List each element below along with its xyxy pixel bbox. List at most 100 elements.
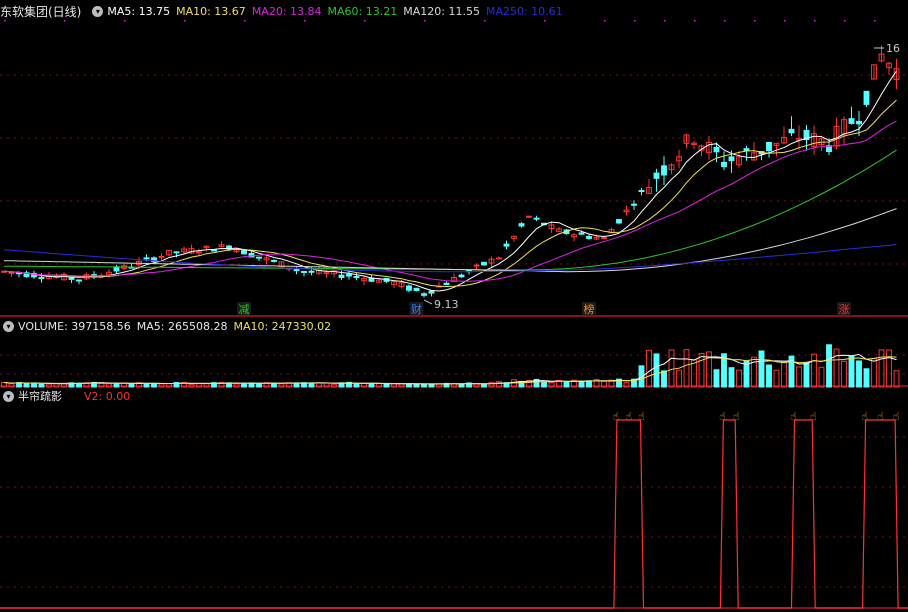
signal-dot: [664, 20, 666, 22]
candle-body: [8, 271, 15, 274]
ma5-line: [3, 70, 897, 292]
candle-body: [743, 148, 750, 151]
event-marker: 榜: [584, 302, 595, 316]
low-marker: [423, 299, 433, 305]
indicator-label: VOLUME: 397158.56: [18, 319, 131, 333]
volume-bar: [413, 383, 420, 388]
candle-body: [631, 203, 637, 206]
candle-body: [76, 279, 82, 282]
volume-bar: [893, 370, 900, 388]
volume-bar: [886, 349, 892, 388]
signal-dot: [484, 20, 486, 22]
indicator-label: MA5: 13.75: [107, 4, 171, 18]
volume-bar: [241, 383, 247, 388]
indicator-label: MA5: 265508.28: [136, 319, 228, 333]
volume-bar: [406, 383, 412, 388]
volume-bar: [653, 353, 660, 388]
candle-body: [721, 161, 727, 168]
candle-body: [196, 251, 202, 254]
candle-body: [601, 237, 607, 240]
signal-path: [0, 419, 908, 609]
candle-body: [863, 90, 870, 105]
signal-dot: [784, 20, 786, 22]
candle-body: [586, 235, 592, 239]
candle-body: [308, 270, 315, 273]
candle-body: [173, 251, 180, 254]
volume-bar: [353, 383, 360, 388]
candle-body: [848, 118, 855, 124]
volume-bar: [271, 382, 277, 388]
candle-body: [428, 290, 435, 294]
volume-bar: [811, 353, 817, 388]
collapse-icon[interactable]: ▾: [3, 320, 14, 332]
candle-body: [346, 273, 352, 277]
candle-body: [38, 276, 45, 279]
price-indicators: MA5: 13.75 MA10: 13.67 MA20: 13.84 MA60: 13…: [107, 5, 568, 18]
signal-dot: [844, 20, 846, 22]
event-marker: 减: [239, 303, 250, 316]
hand-icon: ☝: [625, 410, 632, 423]
candle-body: [481, 261, 487, 266]
volume-bar: [676, 369, 682, 388]
candle-body: [638, 190, 645, 193]
volume-bar: [826, 344, 832, 388]
volume-bar: [368, 382, 375, 388]
hand-icon: ☝: [613, 410, 620, 423]
volume-bar: [458, 383, 465, 388]
price-pane-header: 东软集团(日线) ▾ MA5: 13.75 MA10: 13.67 MA20: 13…: [0, 2, 569, 20]
hand-icon: ☝: [638, 410, 645, 423]
indicator-pane-header: ▾ 半帘疏影 V2: 0.00: [0, 387, 136, 405]
low-label: 9.13: [434, 298, 459, 311]
signal-dot: [544, 20, 546, 22]
hand-icon: ☝: [719, 410, 726, 423]
volume-bar: [143, 383, 150, 388]
volume-bar: [803, 362, 810, 388]
volume-bar: [698, 353, 705, 388]
candle-body: [533, 217, 540, 220]
signal-dot: [304, 20, 306, 22]
candle-body: [443, 282, 450, 285]
volume-indicators: VOLUME: 397158.56 MA5: 265508.28 MA10: 247…: [18, 320, 337, 333]
hand-icon: ☝: [893, 410, 900, 423]
volume-pane-header: ▾ VOLUME: 397158.56 MA5: 265508.28 MA10: 2…: [0, 317, 337, 335]
candle-body: [301, 270, 307, 273]
event-marker: 财: [411, 302, 422, 316]
volume-bar: [661, 370, 667, 388]
signal-dot: [754, 20, 756, 22]
candle-body: [211, 249, 217, 252]
event-marker: 涨: [839, 303, 850, 316]
volume-bars: [1, 344, 900, 388]
volume-bar: [481, 383, 487, 388]
collapse-icon[interactable]: ▾: [3, 390, 14, 402]
hand-icon: ☝: [733, 410, 740, 423]
indicator-name: 半帘疏影: [18, 390, 62, 403]
hand-icon: ☝: [790, 410, 797, 423]
volume-bar: [818, 366, 825, 388]
signal-dot: [694, 20, 696, 22]
candle-body: [728, 156, 735, 162]
candle-body: [256, 256, 262, 259]
collapse-icon[interactable]: ▾: [92, 5, 104, 17]
candle-body: [856, 120, 862, 125]
candle-body: [271, 259, 277, 262]
chart-canvas[interactable]: ☝ ☝ ☝ ☝ ☝ ☝ ☝ ☝ ☝ ☝ 16 9.13 减 财 榜 涨: [0, 0, 908, 612]
grid: [0, 74, 908, 609]
candle-body: [338, 274, 345, 279]
candle-body: [353, 276, 360, 279]
indicator-value: V2: 0.00: [84, 389, 131, 403]
signal-dot: [424, 20, 426, 22]
hand-icon: ☝: [861, 410, 868, 423]
volume-bar: [841, 360, 847, 388]
indicator-label: MA20: 13.84: [251, 4, 322, 18]
indicator-label: MA120: 11.55: [403, 4, 480, 18]
volume-bar: [856, 360, 862, 388]
moving-averages: [3, 70, 897, 292]
signal-dot: [4, 20, 6, 22]
candle-body: [713, 146, 720, 153]
signal-dot: [724, 20, 726, 22]
signal-dot: [64, 20, 66, 22]
signal-dot: [604, 20, 606, 22]
volume-bar: [421, 383, 427, 388]
volume-bar: [871, 358, 877, 388]
signal-dot: [814, 20, 816, 22]
